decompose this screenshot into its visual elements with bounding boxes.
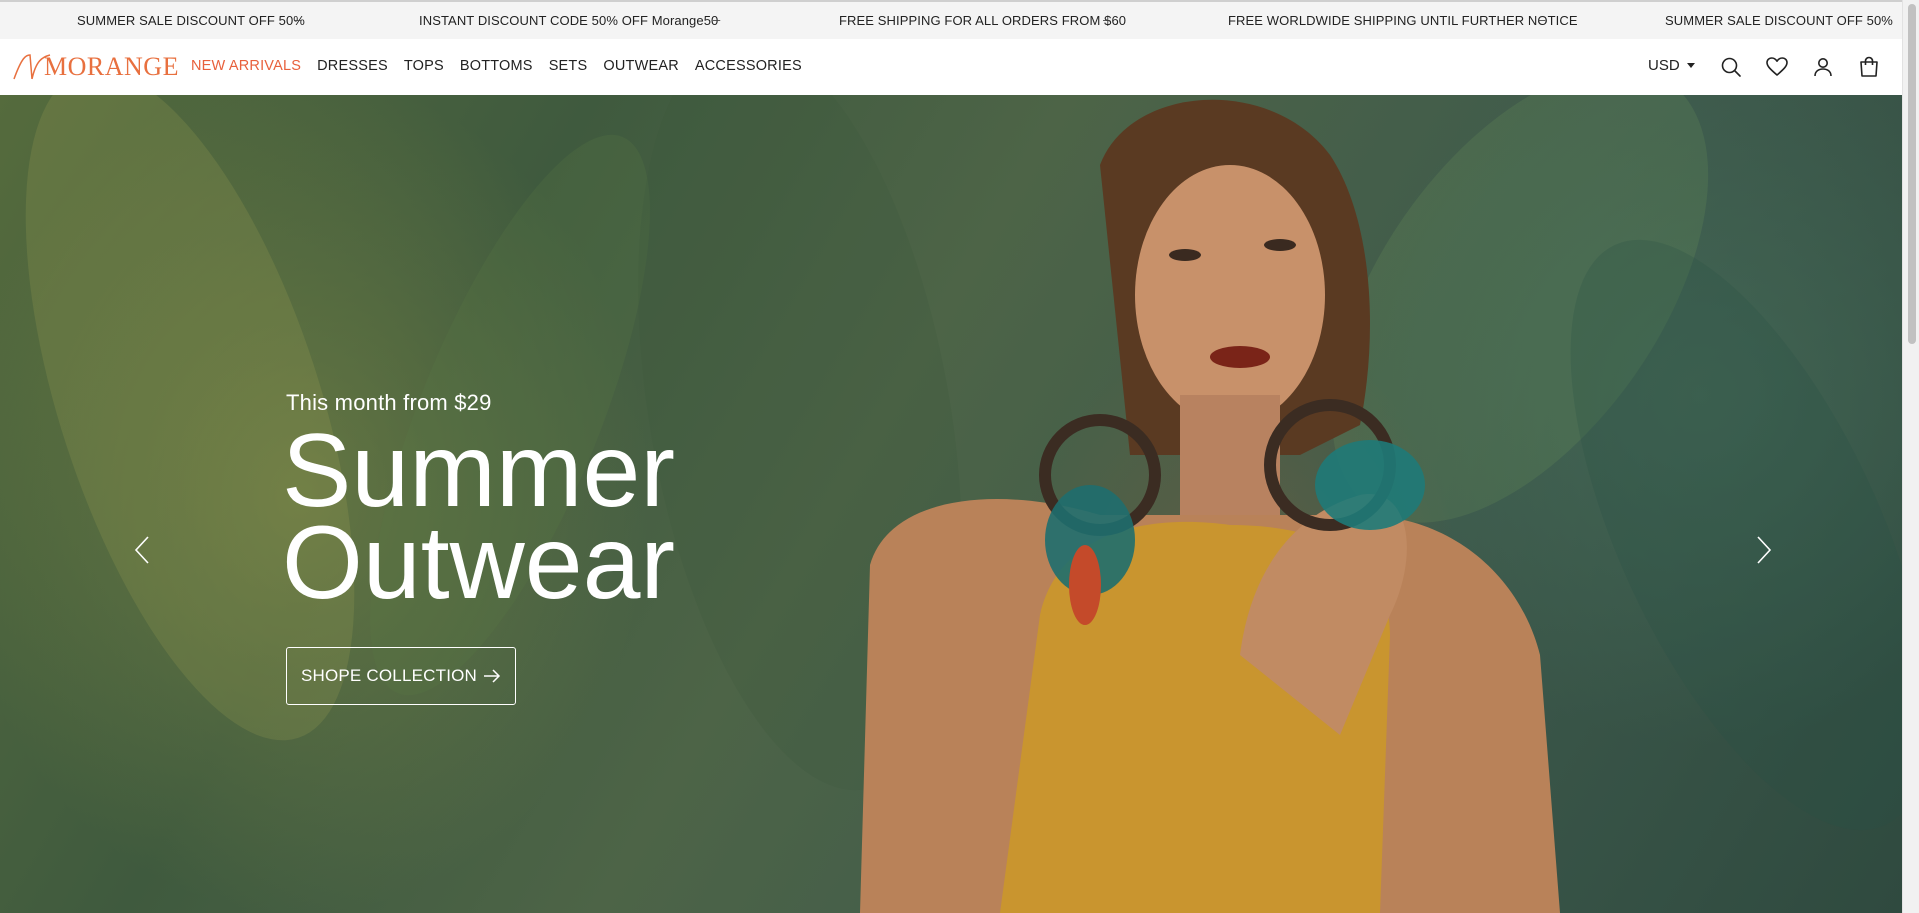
main-navigation: NEW ARRIVALS DRESSES TOPS BOTTOMS SETS O… xyxy=(191,58,818,74)
brand-name: MORANGE xyxy=(44,52,179,81)
announcement-text: FREE SHIPPING FOR ALL ORDERS FROM $60 xyxy=(839,13,1127,28)
caret-down-icon xyxy=(1686,63,1695,68)
user-icon[interactable] xyxy=(1811,55,1835,79)
announcement-separator: – xyxy=(294,12,302,27)
nav-item-dresses[interactable]: DRESSES xyxy=(317,58,388,74)
shop-collection-label: SHOPE COLLECTION xyxy=(300,666,478,685)
nav-item-accessories[interactable]: ACCESSORIES xyxy=(695,58,802,74)
nav-item-bottoms[interactable]: BOTTOMS xyxy=(460,58,533,74)
heart-icon[interactable] xyxy=(1765,55,1789,79)
nav-item-outwear[interactable]: OUTWEAR xyxy=(603,58,679,74)
hero-model-image xyxy=(860,99,1560,913)
page-scrollbar[interactable] xyxy=(1902,0,1919,913)
hero-banner: This month from $29 Summer Outwear SHOPE… xyxy=(0,95,1902,913)
chevron-left-icon[interactable] xyxy=(132,533,154,567)
hero-title-line: Summer xyxy=(282,413,675,529)
site-header: MORANGE NEW ARRIVALS DRESSES TOPS BOTTOM… xyxy=(0,39,1902,95)
announcement-separator: – xyxy=(1538,12,1546,27)
announcement-separator: – xyxy=(713,12,721,27)
arrow-right-icon xyxy=(484,669,501,683)
hero-title-line: Outwear xyxy=(282,505,676,621)
scrollbar-thumb[interactable] xyxy=(1908,4,1916,344)
hero-title: Summer Outwear xyxy=(282,413,676,621)
nav-item-tops[interactable]: TOPS xyxy=(404,58,444,74)
announcement-bar: SUMMER SALE DISCOUNT OFF 50% – INSTANT D… xyxy=(0,0,1902,39)
announcement-text: FREE WORLDWIDE SHIPPING UNTIL FURTHER NO… xyxy=(1228,13,1578,28)
announcement-separator: – xyxy=(1103,12,1111,27)
chevron-right-icon[interactable] xyxy=(1752,533,1774,567)
cart-icon[interactable] xyxy=(1857,55,1881,79)
nav-item-new-arrivals[interactable]: NEW ARRIVALS xyxy=(191,58,301,74)
search-icon[interactable] xyxy=(1719,55,1743,79)
announcement-text: INSTANT DISCOUNT CODE 50% OFF Morange50 xyxy=(419,13,719,28)
currency-label: USD xyxy=(1648,57,1680,74)
shop-collection-button[interactable]: SHOPE COLLECTION xyxy=(286,647,516,705)
nav-item-sets[interactable]: SETS xyxy=(549,58,588,74)
announcement-text: SUMMER SALE DISCOUNT OFF 50% xyxy=(1665,13,1893,28)
brand-logo[interactable]: MORANGE xyxy=(12,51,178,83)
currency-selector[interactable]: USD xyxy=(1648,57,1708,74)
announcement-text: SUMMER SALE DISCOUNT OFF 50% xyxy=(77,13,305,28)
